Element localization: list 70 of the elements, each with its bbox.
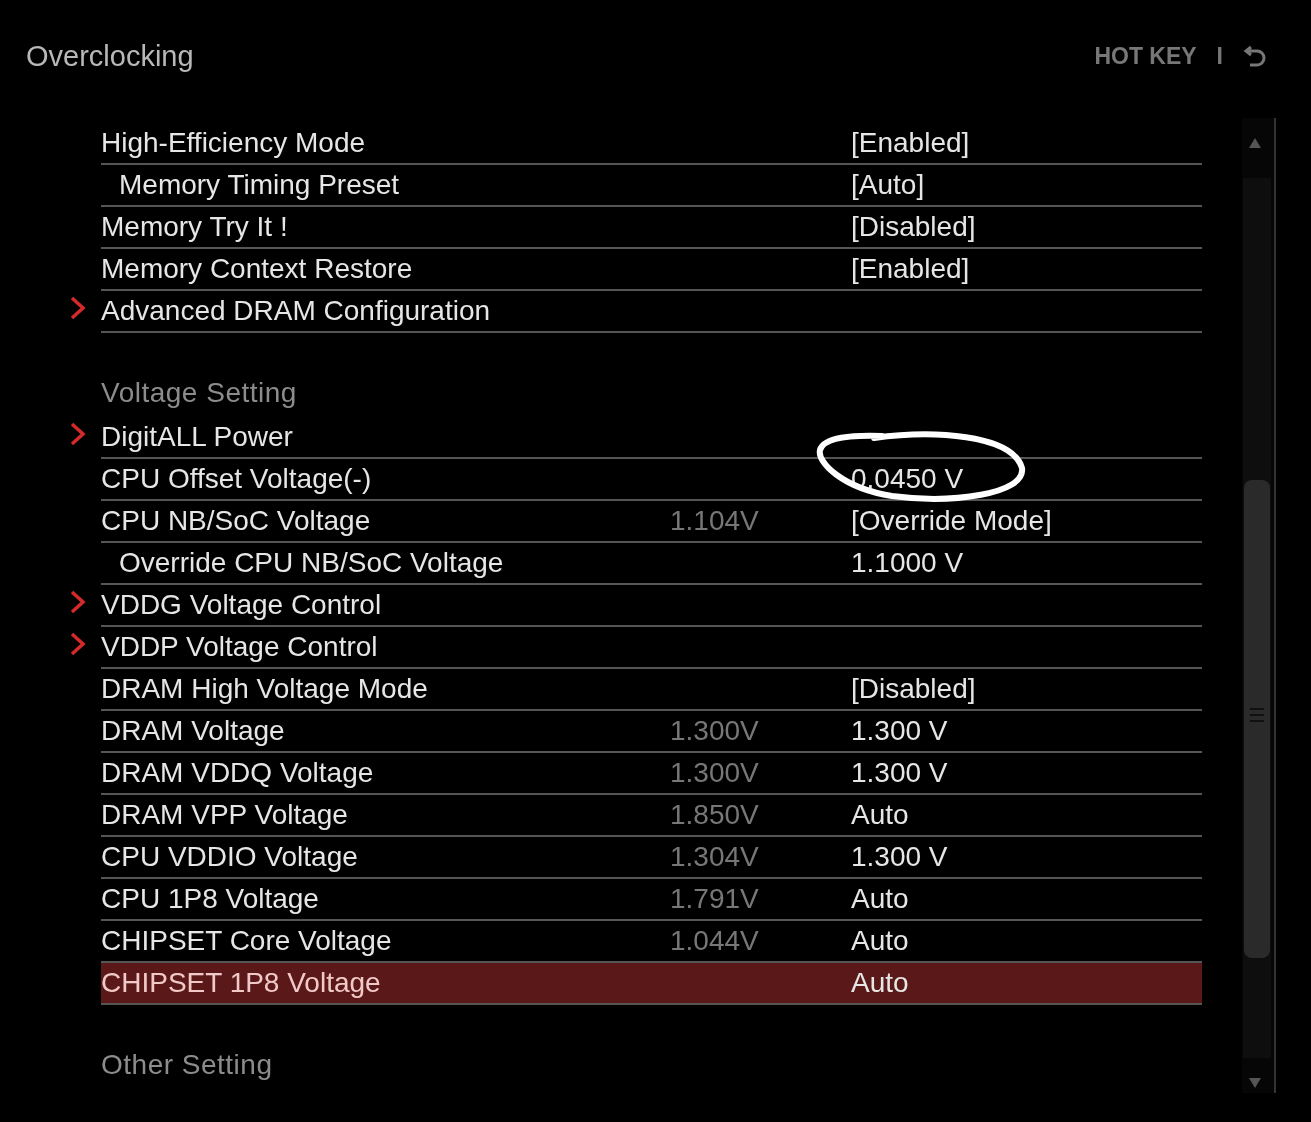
setting-value: 1.300 V xyxy=(851,715,949,747)
setting-row[interactable]: Override CPU NB/SoC Voltage 1.1000 V xyxy=(101,543,1202,585)
setting-label: CPU 1P8 Voltage xyxy=(101,883,320,915)
setting-value: 1.300 V xyxy=(851,841,949,873)
setting-value: 1.300 V xyxy=(851,757,949,789)
back-icon[interactable] xyxy=(1243,44,1267,68)
setting-label: DRAM VDDQ Voltage xyxy=(101,757,375,789)
separator: I xyxy=(1216,42,1223,70)
setting-row[interactable]: Memory Timing Preset [Auto] xyxy=(101,165,1202,207)
setting-label: CHIPSET Core Voltage xyxy=(101,925,393,957)
current-reading: 1.104V xyxy=(670,505,760,537)
setting-row[interactable]: CHIPSET 1P8 Voltage Auto xyxy=(101,963,1202,1005)
setting-row[interactable]: High-Efficiency Mode [Enabled] xyxy=(101,123,1202,165)
setting-value: 1.1000 V xyxy=(851,547,965,579)
current-reading: 1.850V xyxy=(670,799,760,831)
setting-label: Override CPU NB/SoC Voltage xyxy=(118,547,505,579)
current-reading: 1.300V xyxy=(670,757,760,789)
setting-row[interactable]: CPU 1P8 Voltage 1.791V Auto xyxy=(101,879,1202,921)
setting-value: [Disabled] xyxy=(851,673,977,705)
setting-label: Memory Context Restore xyxy=(101,253,414,285)
setting-row[interactable]: DRAM High Voltage Mode [Disabled] xyxy=(101,669,1202,711)
setting-label: VDDG Voltage Control xyxy=(101,589,383,621)
current-reading: 1.304V xyxy=(670,841,760,873)
setting-row[interactable]: DigitALL Power xyxy=(101,417,1202,459)
setting-row[interactable]: Memory Context Restore [Enabled] xyxy=(101,249,1202,291)
setting-label: Memory Timing Preset xyxy=(118,169,401,201)
section-heading: Voltage Setting xyxy=(101,377,297,410)
hotkey-link[interactable]: HOT KEY xyxy=(1094,42,1197,70)
setting-value: Auto xyxy=(851,883,910,915)
setting-label: Memory Try It ! xyxy=(101,211,289,243)
chevron-icon xyxy=(70,296,86,320)
setting-label: CPU VDDIO Voltage xyxy=(101,841,359,873)
setting-label: CHIPSET 1P8 Voltage xyxy=(101,967,382,999)
setting-row[interactable]: DRAM Voltage 1.300V 1.300 V xyxy=(101,711,1202,753)
setting-value: 0.0450 V xyxy=(851,463,965,495)
setting-label: DRAM Voltage xyxy=(101,715,286,747)
setting-value: Auto xyxy=(851,925,910,957)
chevron-icon xyxy=(70,422,86,446)
setting-label: DigitALL Power xyxy=(101,421,294,453)
setting-row[interactable]: CPU Offset Voltage(-) 0.0450 V xyxy=(101,459,1202,501)
setting-value: Auto xyxy=(851,799,910,831)
setting-value: [Auto] xyxy=(851,169,926,201)
page-title: Overclocking xyxy=(26,39,194,73)
setting-value: [Enabled] xyxy=(851,253,971,285)
setting-value: Auto xyxy=(851,967,910,999)
setting-row[interactable]: DRAM VDDQ Voltage 1.300V 1.300 V xyxy=(101,753,1202,795)
chevron-icon xyxy=(70,590,86,614)
setting-row[interactable]: Advanced DRAM Configuration xyxy=(101,291,1202,333)
setting-label: VDDP Voltage Control xyxy=(101,631,379,663)
chevron-icon xyxy=(70,632,86,656)
setting-label: CPU NB/SoC Voltage xyxy=(101,505,372,537)
current-reading: 1.044V xyxy=(670,925,760,957)
setting-row[interactable]: CPU NB/SoC Voltage 1.104V [Override Mode] xyxy=(101,501,1202,543)
scrollbar[interactable] xyxy=(1242,118,1276,1093)
section-heading: Other Setting xyxy=(101,1049,273,1082)
setting-row[interactable]: VDDP Voltage Control xyxy=(101,627,1202,669)
current-reading: 1.791V xyxy=(670,883,760,915)
setting-value: [Enabled] xyxy=(851,127,971,159)
setting-label: Advanced DRAM Configuration xyxy=(101,295,492,327)
setting-row[interactable]: Memory Try It ! [Disabled] xyxy=(101,207,1202,249)
setting-label: High-Efficiency Mode xyxy=(101,127,367,159)
setting-value: [Override Mode] xyxy=(851,505,1053,537)
current-reading: 1.300V xyxy=(670,715,760,747)
setting-row[interactable]: CPU VDDIO Voltage 1.304V 1.300 V xyxy=(101,837,1202,879)
setting-label: CPU Offset Voltage(-) xyxy=(101,463,373,495)
setting-value: [Disabled] xyxy=(851,211,977,243)
setting-row[interactable]: VDDG Voltage Control xyxy=(101,585,1202,627)
setting-label: DRAM High Voltage Mode xyxy=(101,673,429,705)
setting-label: DRAM VPP Voltage xyxy=(101,799,349,831)
setting-row[interactable]: DRAM VPP Voltage 1.850V Auto xyxy=(101,795,1202,837)
